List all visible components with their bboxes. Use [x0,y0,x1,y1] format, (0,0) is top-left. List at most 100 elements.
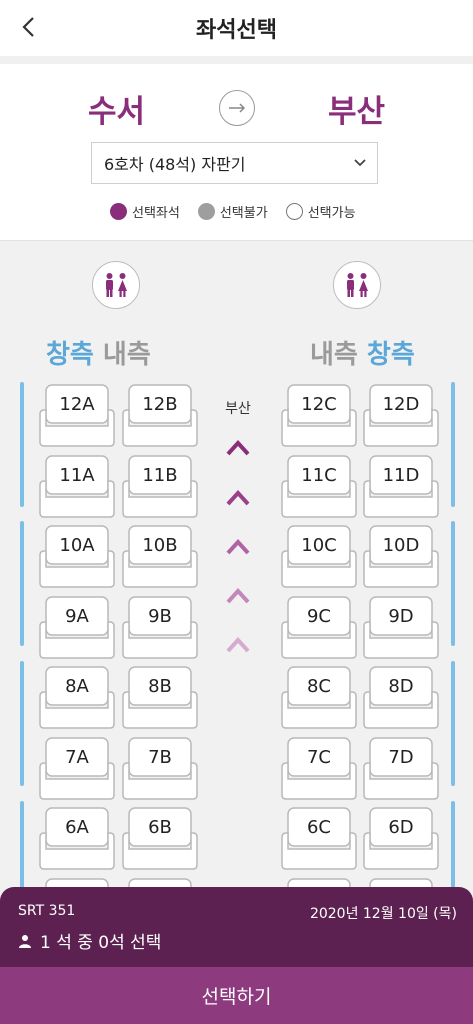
legend-label: 선택가능 [307,206,356,221]
seat-label: 8C [306,676,332,697]
direction-chevron-icon [226,490,250,506]
direction-label: 부산 [225,401,251,417]
seat-12D[interactable]: 12D [362,384,440,449]
restroom-icon [92,261,140,309]
seat-label: 10D [382,535,420,556]
seat-label: 9A [65,605,89,627]
window-bar [20,661,24,786]
seat-label: 11A [59,464,95,486]
seat-6B[interactable]: 6B [121,807,199,872]
seat-8B[interactable]: 8B [121,666,199,731]
legend-available: 선택가능 [285,202,356,221]
aisle-label: 내측 [310,340,358,370]
seat-6C[interactable]: 6C [280,807,358,872]
page-title: 좌석선택 [196,18,277,43]
seat-label: 8B [148,676,172,697]
seat-label: 11D [382,464,420,486]
window-bar [451,382,455,507]
seat-6A[interactable]: 6A [38,807,116,872]
seat-8A[interactable]: 8A [38,666,116,731]
seat-label: 8A [65,676,89,697]
seat-label: 6C [306,817,332,838]
seat-10B[interactable]: 10B [121,525,199,590]
person-icon [19,934,31,948]
seat-10A[interactable]: 10A [38,525,116,590]
arrow-right-icon [219,90,255,126]
seat-label: 7B [148,746,172,768]
legend-label: 선택불가 [219,206,268,221]
right-side-labels: 내측 창측 [310,334,415,371]
seat-8C[interactable]: 8C [280,666,358,731]
seat-label: 12A [59,394,95,415]
direction-chevron-icon [226,539,250,555]
direction-chevron-icon [226,588,250,604]
seat-label: 7A [65,746,89,768]
legend-label: 선택좌석 [132,206,180,221]
seat-12A[interactable]: 12A [38,384,116,449]
train-number: SRT 351 [18,903,76,919]
seat-12C[interactable]: 12C [280,384,358,449]
seat-7A[interactable]: 7A [38,736,116,802]
window-bar [20,521,24,646]
car-select[interactable]: 6호차 (48석) 자판기 [91,142,378,184]
seat-count-text: 1 석 중 0석 선택 [40,933,162,953]
aisle-label: 내측 [102,340,151,370]
seat-9D[interactable]: 9D [362,595,440,661]
window-bar [451,521,455,646]
arrival-station: 부산 [328,94,386,130]
seat-label: 12B [142,394,178,415]
back-button[interactable] [14,12,42,42]
window-bar [20,382,24,507]
seat-label: 12D [382,394,420,415]
chevron-down-icon [354,159,366,167]
seat-label: 7D [388,746,414,768]
seat-label: 9B [148,605,172,627]
left-side-labels: 창측 내측 [46,334,151,371]
seat-label: 6B [148,817,172,838]
seat-7B[interactable]: 7B [121,736,199,802]
seat-label: 12C [301,394,337,415]
seat-7C[interactable]: 7C [280,736,358,802]
unavailable-dot-icon [197,203,215,220]
seat-9B[interactable]: 9B [121,595,199,661]
departure-station: 수서 [88,94,146,130]
selection-summary: SRT 351 2020년 12월 10일 (목) 1 석 중 0석 선택 [0,887,473,967]
legend-unavailable: 선택불가 [197,202,268,221]
seat-11C[interactable]: 11C [280,454,358,520]
seat-11D[interactable]: 11D [362,454,440,520]
seat-7D[interactable]: 7D [362,736,440,802]
seat-label: 11C [301,464,337,486]
divider [0,56,473,64]
restroom-icon [333,261,381,309]
seat-11B[interactable]: 11B [121,454,199,520]
seat-10D[interactable]: 10D [362,525,440,590]
window-label: 창측 [366,340,415,370]
direction-chevron-icon [226,440,250,456]
seat-label: 10B [142,535,178,556]
seat-label: 9C [306,605,332,627]
seat-label: 10A [59,535,95,556]
seat-10C[interactable]: 10C [280,525,358,590]
travel-date: 2020년 12월 10일 (목) [309,906,457,922]
selected-dot-icon [110,203,127,220]
seat-8D[interactable]: 8D [362,666,440,731]
seat-label: 11B [142,464,178,486]
confirm-button[interactable]: 선택하기 [0,967,473,1024]
seat-legend: 선택좌석 선택불가 선택가능 [110,202,356,221]
seat-11A[interactable]: 11A [38,454,116,520]
seat-9A[interactable]: 9A [38,595,116,661]
header: 좌석선택 [0,0,473,56]
seat-9C[interactable]: 9C [280,595,358,661]
seat-label: 7C [306,746,332,768]
seat-label: 9D [388,605,414,627]
seat-label: 10C [301,535,337,556]
legend-selected: 선택좌석 [110,202,180,221]
seat-count-row: 1 석 중 0석 선택 [18,928,161,953]
chevron-left-icon [22,17,34,37]
available-dot-icon [285,203,303,220]
seat-12B[interactable]: 12B [121,384,199,449]
direction-chevron-icon [226,637,250,653]
window-bar [451,661,455,786]
seat-label: 8D [388,676,414,697]
seat-6D[interactable]: 6D [362,807,440,872]
